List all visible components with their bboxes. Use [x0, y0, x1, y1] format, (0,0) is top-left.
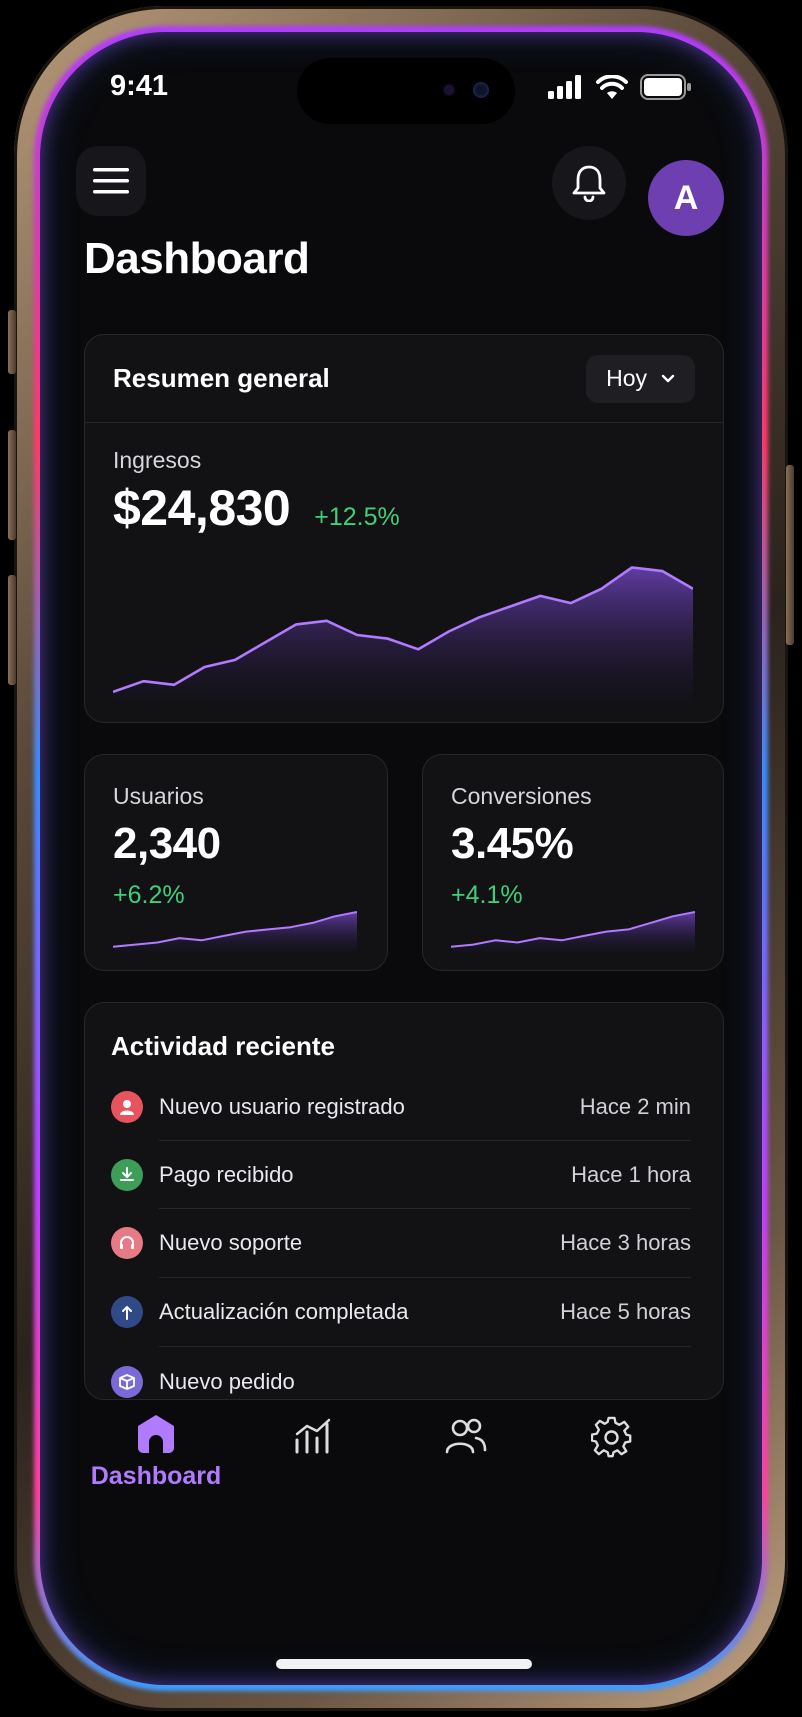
- bell-icon: [572, 165, 606, 202]
- activity-item[interactable]: Actualización completada Hace 5 horas: [111, 1278, 691, 1346]
- period-select-value: Hoy: [606, 365, 647, 391]
- chart-area-fill: [451, 912, 695, 953]
- page-title: Dashboard: [84, 234, 310, 283]
- revenue-row: $24,830 +12.5%: [113, 479, 400, 537]
- activity-item[interactable]: Nuevo usuario registrado Hace 2 min: [111, 1073, 691, 1141]
- screen: 9:41 A Dashboard Resumen general Hoy Ing…: [40, 32, 762, 1685]
- users-card: Usuarios 2,340 +6.2%: [84, 754, 388, 971]
- activity-time: Hace 3 horas: [560, 1230, 691, 1255]
- overview-card: Resumen general Hoy Ingresos $24,830 +12…: [84, 334, 724, 723]
- hamburger-icon: [93, 168, 129, 194]
- dynamic-island: [297, 58, 515, 124]
- conversions-value: 3.45%: [451, 819, 574, 868]
- wifi-icon: [596, 75, 628, 99]
- activity-text: Actualización completada: [159, 1299, 409, 1324]
- box-icon: [111, 1366, 143, 1398]
- divider: [159, 1346, 691, 1347]
- signal-icon: [548, 75, 581, 99]
- chevron-down-icon: [661, 374, 675, 382]
- activity-text: Pago recibido: [159, 1162, 294, 1187]
- revenue-label: Ingresos: [113, 447, 202, 473]
- period-select[interactable]: Hoy: [586, 354, 695, 403]
- conversions-label: Conversiones: [451, 783, 592, 809]
- users-label: Usuarios: [113, 783, 204, 809]
- volume-up-button: [8, 430, 16, 540]
- notifications-button[interactable]: [552, 146, 626, 220]
- users-icon: [445, 1418, 487, 1454]
- battery-icon: [640, 74, 691, 100]
- user-icon: [111, 1091, 143, 1123]
- tab-dashboard-label: Dashboard: [90, 1462, 222, 1490]
- avatar[interactable]: A: [648, 160, 724, 236]
- headset-icon: [111, 1227, 143, 1259]
- activity-item[interactable]: Nuevo soporte Hace 3 horas: [111, 1209, 691, 1277]
- activity-text: Nuevo soporte: [159, 1230, 303, 1255]
- power-button: [786, 465, 794, 645]
- tab-dashboard[interactable]: Dashboard: [86, 1412, 226, 1491]
- upload-icon: [111, 1296, 143, 1328]
- activity-text: Nuevo usuario registrado: [159, 1094, 405, 1119]
- chart-icon: [295, 1418, 331, 1454]
- activity-card: Actividad reciente Nuevo usuario registr…: [84, 1002, 724, 1400]
- conversions-sparkline: [451, 911, 695, 953]
- activity-item[interactable]: Pago recibido Hace 1 hora: [111, 1141, 691, 1209]
- conversions-card: Conversiones 3.45% +4.1%: [422, 754, 724, 971]
- users-sparkline: [113, 911, 357, 953]
- revenue-chart: [113, 566, 693, 703]
- revenue-change: +12.5%: [314, 503, 400, 531]
- activity-time: Hace 5 horas: [560, 1299, 691, 1324]
- sensor-icon: [445, 86, 453, 94]
- overview-title: Resumen general: [113, 363, 330, 393]
- chart-area-fill: [113, 912, 357, 953]
- home-icon: [138, 1415, 174, 1453]
- activity-time: Hace 2 min: [579, 1094, 691, 1119]
- activity-text: Nuevo pedido: [159, 1369, 295, 1394]
- activity-title: Actividad reciente: [111, 1031, 335, 1061]
- revenue-value: $24,830: [113, 480, 291, 536]
- activity-item[interactable]: Nuevo pedido: [111, 1348, 691, 1416]
- volume-down-button: [8, 575, 16, 685]
- activity-time: Hace 1 hora: [571, 1162, 691, 1187]
- tab-settings[interactable]: [582, 1416, 642, 1458]
- tab-users[interactable]: [436, 1416, 496, 1456]
- overview-card-header: Resumen general Hoy: [85, 335, 723, 423]
- menu-button[interactable]: [76, 146, 146, 216]
- tab-analytics[interactable]: [284, 1416, 344, 1456]
- action-button: [8, 310, 16, 374]
- home-indicator: [276, 1659, 532, 1669]
- status-time: 9:41: [110, 70, 169, 102]
- users-value: 2,340: [113, 819, 221, 868]
- camera-icon: [473, 82, 489, 98]
- download-icon: [111, 1159, 143, 1191]
- status-icons: [548, 74, 692, 100]
- gear-icon: [591, 1416, 632, 1458]
- chart-area-fill: [113, 567, 693, 703]
